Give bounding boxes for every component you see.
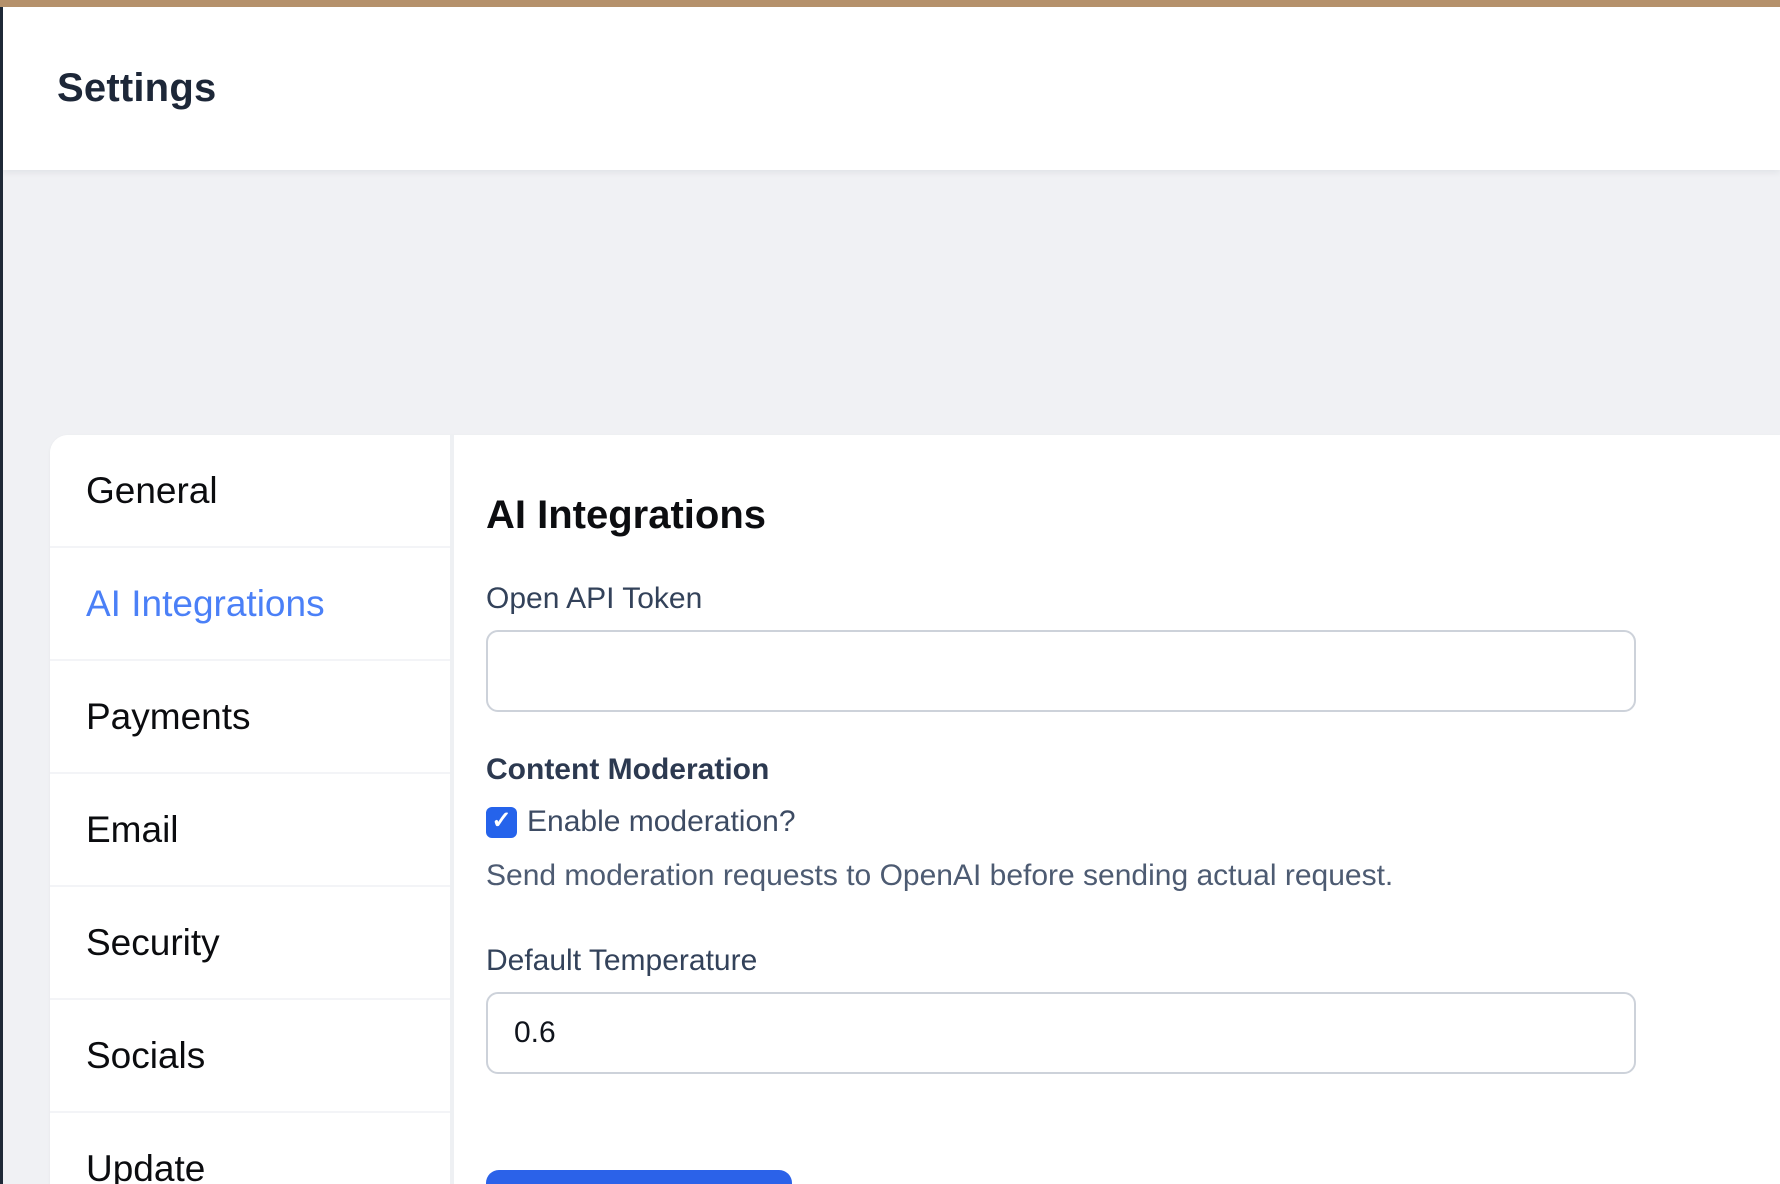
sidebar-item-socials[interactable]: Socials	[50, 1000, 450, 1113]
default-temperature-input[interactable]	[486, 992, 1636, 1074]
sidebar-item-label: Payments	[86, 696, 251, 738]
sidebar-item-update[interactable]: Update	[50, 1113, 450, 1184]
app-header: Settings	[3, 7, 1780, 170]
settings-main-panel: AI Integrations Open API Token Content M…	[454, 435, 1780, 1184]
sidebar-item-label: Security	[86, 922, 220, 964]
top-accent-bar	[0, 0, 1780, 7]
sidebar-item-email[interactable]: Email	[50, 774, 450, 887]
open-api-token-label: Open API Token	[486, 581, 1716, 617]
sidebar-item-label: Update	[86, 1148, 205, 1184]
save-changes-button[interactable]: Save Changes	[486, 1170, 792, 1184]
left-edge-bar	[0, 7, 3, 1184]
sidebar-item-label: AI Integrations	[86, 583, 325, 625]
sidebar-item-payments[interactable]: Payments	[50, 661, 450, 774]
sidebar-item-label: General	[86, 470, 218, 512]
settings-sidebar: General AI Integrations Payments Email S…	[50, 435, 454, 1184]
section-title: AI Integrations	[486, 495, 1716, 535]
sidebar-item-security[interactable]: Security	[50, 887, 450, 1000]
sidebar-item-label: Socials	[86, 1035, 205, 1077]
page-title: Settings	[57, 66, 216, 111]
enable-moderation-row: ✓ Enable moderation?	[486, 805, 1716, 839]
open-api-token-input[interactable]	[486, 630, 1636, 712]
moderation-help-text: Send moderation requests to OpenAI befor…	[486, 857, 1716, 895]
sidebar-item-ai-integrations[interactable]: AI Integrations	[50, 548, 450, 661]
content-background: General AI Integrations Payments Email S…	[3, 170, 1780, 1184]
enable-moderation-text[interactable]: Enable moderation?	[527, 805, 796, 839]
check-icon: ✓	[491, 809, 511, 833]
sidebar-item-label: Email	[86, 809, 179, 851]
enable-moderation-checkbox[interactable]: ✓	[486, 807, 517, 838]
sidebar-item-general[interactable]: General	[50, 435, 450, 548]
content-moderation-label: Content Moderation	[486, 752, 1716, 788]
default-temperature-label: Default Temperature	[486, 943, 1716, 979]
settings-card: General AI Integrations Payments Email S…	[50, 435, 1780, 1184]
